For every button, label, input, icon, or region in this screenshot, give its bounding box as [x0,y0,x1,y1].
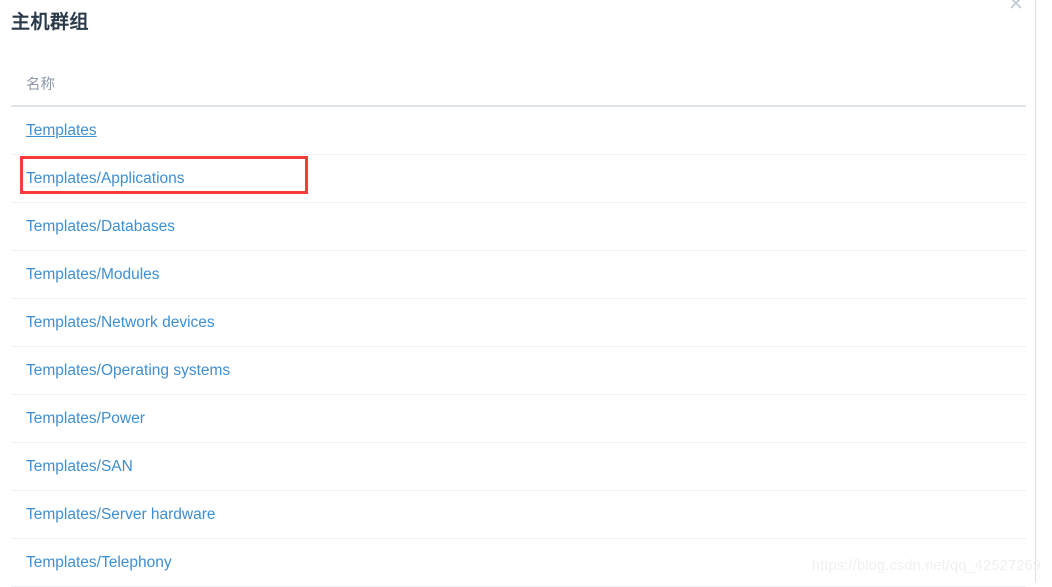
table-cell-name: Templates/Server hardware [11,491,1026,539]
host-group-link[interactable]: Templates [26,122,97,139]
table-cell-name: Templates/Modules [11,251,1026,299]
table-row[interactable]: Templates/Modules [11,251,1026,299]
host-group-link[interactable]: Templates/Applications [26,170,185,187]
table-row[interactable]: Templates/Network devices [11,299,1026,347]
table-row[interactable]: Templates/Operating systems [11,347,1026,395]
host-groups-table: 名称 TemplatesTemplates/ApplicationsTempla… [11,62,1026,587]
host-group-link[interactable]: Templates/Power [26,410,145,427]
close-icon[interactable]: ✕ [1005,0,1027,15]
table-cell-name: Templates [11,106,1026,155]
table-row[interactable]: Templates/Power [11,395,1026,443]
host-group-link[interactable]: Templates/Network devices [26,314,215,331]
column-header-name[interactable]: 名称 [11,62,1026,106]
table-body: Templates Templates/Applications Templates… [11,106,1026,587]
table-row[interactable]: Templates/SAN [11,443,1026,491]
table-cell-name: Templates/SAN [11,443,1026,491]
table-row[interactable]: Templates [11,106,1026,155]
table-row[interactable]: Templates/Databases [11,203,1026,251]
host-group-link[interactable]: Templates/Telephony [26,554,172,571]
host-group-link[interactable]: Templates/Databases [26,218,175,235]
watermark: https://blog.csdn.net/qq_42527269 [812,558,1041,574]
host-groups-dialog: ✕ 主机群组 名称 Templates Templates/Application… [0,0,1036,582]
host-group-link[interactable]: Templates/Modules [26,266,160,283]
host-group-link[interactable]: Templates/SAN [26,458,133,475]
table-cell-name: Templates/Databases [11,203,1026,251]
table-cell-name: Templates/Applications [11,155,1026,203]
table-head: 名称 [11,62,1026,106]
table-cell-name: Templates/Power [11,395,1026,443]
table-cell-name: Templates/Network devices [11,299,1026,347]
table-row[interactable]: Templates/Server hardware [11,491,1026,539]
table-cell-name: Templates/Operating systems [11,347,1026,395]
table-header-row: 名称 [11,62,1026,106]
table-row[interactable]: Templates/Applications [11,155,1026,203]
host-group-link[interactable]: Templates/Server hardware [26,506,216,523]
page-title: 主机群组 [11,7,89,34]
host-group-link[interactable]: Templates/Operating systems [26,362,230,379]
